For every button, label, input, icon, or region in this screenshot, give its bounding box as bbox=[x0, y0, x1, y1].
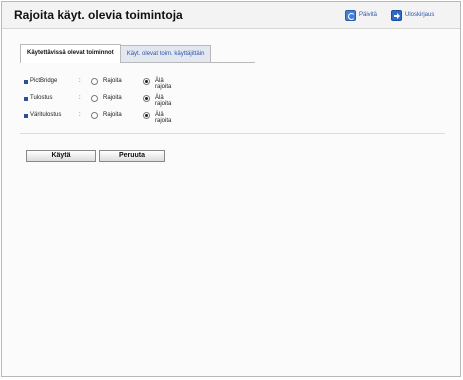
radio-no-restrict-label[interactable]: Älä rajoita bbox=[155, 95, 171, 107]
page-title: Rajoita käyt. olevia toimintoja bbox=[14, 8, 183, 22]
tab-available-functions[interactable]: Käytettävissä olevat toiminnot bbox=[20, 44, 121, 63]
cancel-button[interactable]: Peruuta bbox=[99, 150, 165, 162]
refresh-button[interactable]: Päivitä bbox=[345, 9, 377, 21]
bullet-icon bbox=[24, 80, 28, 84]
radio-restrict[interactable] bbox=[91, 112, 98, 119]
refresh-label: Päivitä bbox=[359, 12, 378, 18]
separator: : bbox=[79, 95, 81, 101]
logout-label: Uloskirjaus bbox=[405, 12, 435, 18]
radio-no-restrict-label[interactable]: Älä rajoita bbox=[155, 112, 171, 124]
radio-no-restrict[interactable] bbox=[143, 95, 150, 102]
tab-bar: Käytettävissä olevat toiminnot Käyt. ole… bbox=[20, 44, 212, 63]
bullet-icon bbox=[24, 97, 28, 101]
logout-button[interactable]: Uloskirjaus bbox=[391, 9, 434, 21]
setting-label: Väritulostus bbox=[30, 112, 62, 118]
radio-restrict-label[interactable]: Rajoita bbox=[103, 78, 122, 84]
refresh-icon bbox=[345, 9, 356, 21]
tab-functions-by-user[interactable]: Käyt. olevat toim. käyttäjittäin bbox=[120, 45, 212, 62]
page-frame: Rajoita käyt. olevia toimintoja Päivitä … bbox=[1, 1, 461, 377]
apply-button[interactable]: Käytä bbox=[26, 150, 96, 162]
bullet-icon bbox=[24, 114, 28, 118]
logout-icon bbox=[391, 9, 402, 21]
radio-restrict-label[interactable]: Rajoita bbox=[103, 95, 122, 101]
setting-label: PictBridge bbox=[30, 78, 58, 84]
divider bbox=[20, 133, 445, 134]
radio-restrict[interactable] bbox=[91, 95, 98, 102]
setting-label: Tulostus bbox=[30, 95, 53, 101]
radio-no-restrict[interactable] bbox=[143, 112, 150, 119]
separator: : bbox=[79, 112, 81, 118]
radio-restrict[interactable] bbox=[91, 78, 98, 85]
radio-no-restrict-label[interactable]: Älä rajoita bbox=[155, 78, 171, 90]
radio-restrict-label[interactable]: Rajoita bbox=[103, 112, 122, 118]
separator: : bbox=[79, 78, 81, 84]
page-header: Rajoita käyt. olevia toimintoja Päivitä … bbox=[2, 2, 460, 29]
radio-no-restrict[interactable] bbox=[143, 78, 150, 85]
